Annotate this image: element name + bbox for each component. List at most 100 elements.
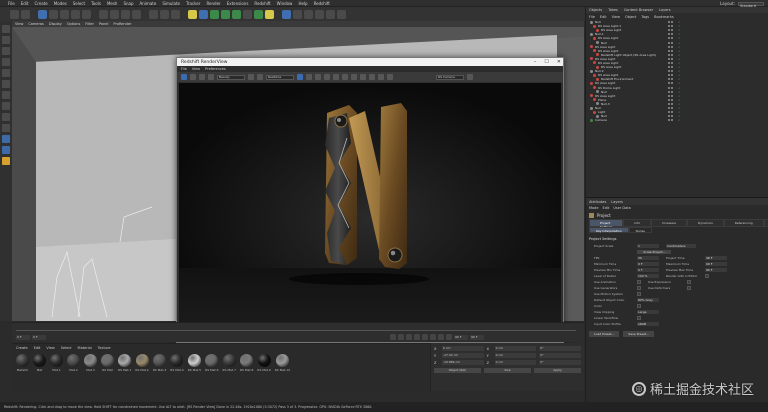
save-icon[interactable]	[369, 74, 375, 80]
object-manager-tab[interactable]: Content Browser	[624, 8, 653, 12]
layout-dropdown[interactable]: Standard	[738, 1, 764, 8]
attribute-value-field[interactable]: 90 F	[705, 268, 727, 272]
object-manager-menu-item[interactable]: Tags	[641, 15, 649, 19]
visibility-dots-icon[interactable]	[668, 61, 673, 64]
project-scale-field[interactable]: 1	[637, 244, 659, 248]
material-swatch[interactable]: RS Mat.1	[118, 354, 131, 372]
apply-button[interactable]: Apply	[534, 368, 581, 373]
material-swatch[interactable]: Mat.1	[50, 354, 63, 372]
locked-workplane-icon[interactable]	[2, 124, 10, 132]
viewport-menu-item[interactable]: Filter	[85, 22, 94, 26]
stop-render-icon[interactable]	[190, 74, 196, 80]
z-axis-icon[interactable]	[121, 9, 130, 19]
exposure-icon[interactable]	[360, 74, 366, 80]
attribute-checkbox[interactable]	[637, 316, 641, 320]
renderview-menu-item[interactable]: File	[181, 67, 187, 71]
light-icon[interactable]	[265, 9, 274, 19]
attribute-checkbox[interactable]	[637, 280, 641, 284]
attribute-tab[interactable]: Dynamics	[686, 219, 724, 227]
menu-item[interactable]: Render	[206, 1, 220, 6]
visibility-dots-icon[interactable]	[668, 45, 673, 48]
material-menu-item[interactable]: Material	[78, 346, 92, 350]
attribute-tab[interactable]: Referencing	[723, 219, 764, 227]
material-swatch[interactable]: RS Mat	[101, 354, 114, 372]
redshift-renderview-window[interactable]: Redshift RenderView – ☐ ✕ File View Prefer…	[176, 57, 564, 343]
render-settings-icon[interactable]	[171, 9, 180, 19]
project-scale-unit[interactable]: Centimeters	[666, 244, 696, 248]
compare-icon[interactable]	[257, 74, 263, 80]
snap-icon[interactable]	[2, 113, 10, 121]
render-mode-dropdown[interactable]: Realtime	[266, 74, 294, 80]
coord-size-field[interactable]: 0 cm	[494, 360, 537, 365]
redshift-settings-icon[interactable]	[326, 9, 335, 19]
camera-icon[interactable]	[254, 9, 263, 19]
play-icon[interactable]	[414, 334, 420, 340]
goto-end-icon[interactable]	[438, 334, 444, 340]
cube-icon[interactable]	[188, 9, 197, 19]
move-tool-icon[interactable]	[49, 9, 58, 19]
solo-mode-icon[interactable]	[2, 135, 10, 143]
attribute-value-field[interactable]: sRGB	[637, 322, 659, 326]
visibility-dots-icon[interactable]	[668, 66, 673, 69]
copy-icon[interactable]	[378, 74, 384, 80]
menu-item[interactable]: Extensions	[227, 1, 249, 6]
visibility-dots-icon[interactable]	[668, 49, 673, 52]
attribute-menu-item[interactable]: Mode	[589, 206, 599, 210]
menu-item[interactable]: Simulate	[162, 1, 180, 6]
object-manager-tab[interactable]: Layers	[659, 8, 671, 12]
object-manager-menu-item[interactable]: File	[589, 15, 595, 19]
attribute-value-field[interactable]: 0 F	[637, 262, 659, 266]
menu-item[interactable]: Select	[73, 1, 85, 6]
camera-lock-icon[interactable]	[333, 74, 339, 80]
attribute-checkbox[interactable]	[637, 292, 641, 296]
attribute-value-field[interactable]: 0 F	[637, 268, 659, 272]
object-manager-menu-item[interactable]: Bookmarks	[654, 15, 674, 19]
attribute-tab[interactable]: Info	[623, 219, 651, 227]
material-swatch[interactable]: Metallic	[16, 354, 29, 372]
prev-key-icon[interactable]	[398, 334, 404, 340]
attribute-checkbox[interactable]	[637, 286, 641, 290]
region-icon[interactable]	[315, 74, 321, 80]
object-manager-menu-item[interactable]: Edit	[600, 15, 607, 19]
deformer-icon[interactable]	[232, 9, 241, 19]
preset-button[interactable]: Save Preset...	[623, 331, 654, 337]
attribute-checkbox[interactable]	[687, 286, 691, 290]
material-swatch[interactable]: RS Mat.8	[240, 354, 253, 372]
workplane-icon[interactable]	[2, 47, 10, 55]
object-manager-menu-item[interactable]: Object	[625, 15, 636, 19]
visibility-dots-icon[interactable]	[668, 37, 673, 40]
undo-icon[interactable]	[10, 9, 19, 19]
attribute-menu-item[interactable]: Edit	[603, 206, 610, 210]
viewport-menu-item[interactable]: Cameras	[28, 22, 44, 26]
redshift-render-icon[interactable]	[282, 9, 291, 19]
visibility-dots-icon[interactable]	[668, 70, 673, 73]
object-manager-tab[interactable]: Takes	[608, 8, 618, 12]
visibility-dots-icon[interactable]	[668, 33, 673, 36]
attribute-value-field[interactable]: 80% Gray	[637, 298, 659, 302]
menu-item[interactable]: Redshift	[314, 1, 330, 6]
object-row[interactable]: Camera ✓	[586, 118, 768, 122]
attribute-value-field[interactable]: 30	[637, 256, 659, 260]
scale-tool-icon[interactable]	[60, 9, 69, 19]
close-icon[interactable]: ✕	[557, 59, 561, 65]
select-tool-icon[interactable]	[38, 9, 47, 19]
timeline-ruler[interactable]	[16, 325, 576, 331]
end-frame-field[interactable]: 90 F	[454, 334, 468, 340]
menu-item[interactable]: Redshift	[254, 1, 270, 6]
rotate-tool-icon[interactable]	[71, 9, 80, 19]
visibility-dots-icon[interactable]	[668, 94, 673, 97]
preview-end-field[interactable]: 90 F	[470, 334, 484, 340]
redshift-feedback-icon[interactable]	[337, 9, 346, 19]
redo-icon[interactable]	[21, 9, 30, 19]
material-swatch[interactable]: RS Mat.5	[188, 354, 201, 372]
render-view-icon[interactable]	[149, 9, 158, 19]
material-swatch[interactable]: RS Mat.6	[205, 354, 219, 372]
record-icon[interactable]	[446, 334, 452, 340]
points-mode-icon[interactable]	[2, 58, 10, 66]
attribute-value-field[interactable]: Large	[637, 310, 659, 314]
lock-icon[interactable]	[324, 74, 330, 80]
array-icon[interactable]	[221, 9, 230, 19]
render-to-picture-viewer-icon[interactable]	[160, 9, 169, 19]
visibility-dots-icon[interactable]	[668, 41, 673, 44]
visibility-dots-icon[interactable]	[668, 98, 673, 101]
